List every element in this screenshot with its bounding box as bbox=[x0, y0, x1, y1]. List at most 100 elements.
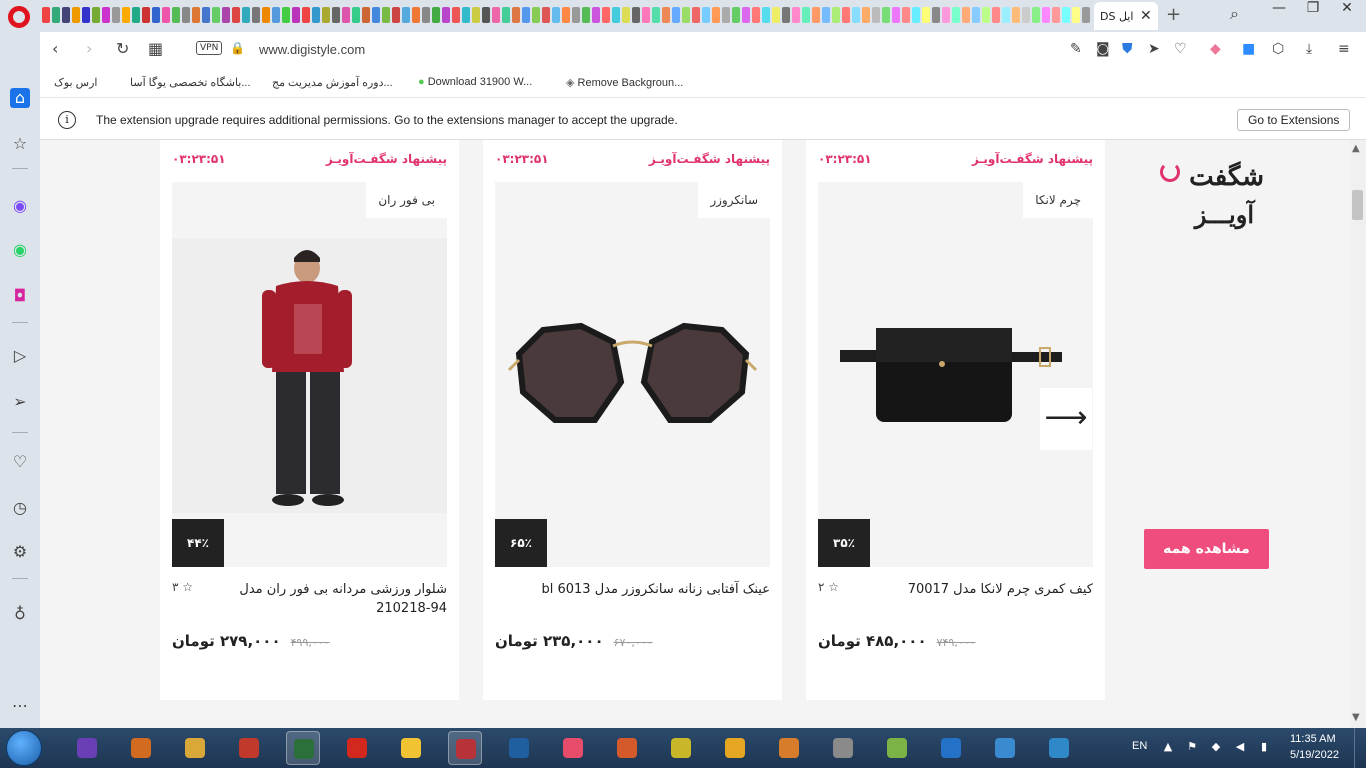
tab-favicon-icon[interactable] bbox=[732, 7, 740, 23]
taskbar-app-button[interactable] bbox=[286, 731, 320, 765]
tab-favicon-icon[interactable] bbox=[672, 7, 680, 23]
reload-icon[interactable]: ↻ bbox=[116, 39, 129, 58]
tab-favicon-icon[interactable] bbox=[432, 7, 440, 23]
go-to-extensions-button[interactable]: Go to Extensions bbox=[1237, 109, 1351, 131]
tab-favicon-icon[interactable] bbox=[962, 7, 970, 23]
tab-favicon-icon[interactable] bbox=[612, 7, 620, 23]
taskbar-app-button[interactable] bbox=[664, 731, 698, 765]
bookmark-item[interactable]: ◈ Remove Backgroun... bbox=[562, 76, 683, 89]
show-desktop-button[interactable] bbox=[1354, 728, 1366, 768]
tab-favicon-icon[interactable] bbox=[312, 7, 320, 23]
tab-favicon-icon[interactable] bbox=[832, 7, 840, 23]
carousel-next-arrow-icon[interactable]: ⟶ bbox=[1040, 388, 1092, 450]
action-center-flag-icon[interactable]: ⚑ bbox=[1186, 741, 1198, 753]
tab-favicon-icon[interactable] bbox=[452, 7, 460, 23]
tab-favicon-icon[interactable] bbox=[212, 7, 220, 23]
tab-favicon-icon[interactable] bbox=[622, 7, 630, 23]
tab-favicon-icon[interactable] bbox=[322, 7, 330, 23]
taskbar-app-button[interactable] bbox=[232, 731, 266, 765]
taskbar-app-button[interactable] bbox=[502, 731, 536, 765]
tab-favicon-icon[interactable] bbox=[172, 7, 180, 23]
tab-favicon-icon[interactable] bbox=[552, 7, 560, 23]
tab-favicon-icon[interactable] bbox=[562, 7, 570, 23]
tab-favicon-icon[interactable] bbox=[922, 7, 930, 23]
search-tabs-icon[interactable]: ⌕ bbox=[1230, 4, 1239, 24]
tab-favicon-icon[interactable] bbox=[572, 7, 580, 23]
tab-favicon-icon[interactable] bbox=[772, 7, 780, 23]
lock-icon[interactable]: 🔒 bbox=[230, 41, 245, 55]
shield-icon[interactable]: ⛊ bbox=[1122, 41, 1133, 57]
player-icon[interactable]: ▷ bbox=[10, 346, 30, 366]
network-icon[interactable]: ▮ bbox=[1258, 741, 1270, 753]
taskbar-app-button[interactable] bbox=[178, 731, 212, 765]
tab-favicon-icon[interactable] bbox=[92, 7, 100, 23]
tab-favicon-icon[interactable] bbox=[812, 7, 820, 23]
clock-time[interactable]: 11:35 AM bbox=[1290, 733, 1336, 745]
tab-strip[interactable] bbox=[42, 7, 1092, 25]
taskbar-app-button[interactable] bbox=[70, 731, 104, 765]
language-indicator[interactable]: EN bbox=[1132, 740, 1147, 752]
tab-favicon-icon[interactable] bbox=[822, 7, 830, 23]
tab-favicon-icon[interactable] bbox=[522, 7, 530, 23]
tab-favicon-icon[interactable] bbox=[512, 7, 520, 23]
tab-favicon-icon[interactable] bbox=[442, 7, 450, 23]
product-name[interactable]: عینک آفتابی زنانه سانکروزر مدل bl 6013 bbox=[540, 580, 771, 599]
box-icon[interactable]: ⬡ bbox=[1272, 41, 1284, 57]
tab-favicon-icon[interactable] bbox=[392, 7, 400, 23]
tab-favicon-icon[interactable] bbox=[652, 7, 660, 23]
tab-favicon-icon[interactable] bbox=[892, 7, 900, 23]
restore-button[interactable]: ❐ bbox=[1296, 0, 1330, 22]
product-image[interactable]: بی فور ران ۴۴٪ bbox=[172, 182, 447, 567]
tab-favicon-icon[interactable] bbox=[902, 7, 910, 23]
tab-favicon-icon[interactable] bbox=[482, 7, 490, 23]
tab-favicon-icon[interactable] bbox=[152, 7, 160, 23]
tab-favicon-icon[interactable] bbox=[502, 7, 510, 23]
taskbar-app-button[interactable] bbox=[718, 731, 752, 765]
vpn-badge[interactable]: VPN bbox=[196, 41, 223, 55]
tab-favicon-icon[interactable] bbox=[82, 7, 90, 23]
tab-favicon-icon[interactable] bbox=[852, 7, 860, 23]
tab-favicon-icon[interactable] bbox=[1042, 7, 1050, 23]
tab-favicon-icon[interactable] bbox=[992, 7, 1000, 23]
tab-favicon-icon[interactable] bbox=[532, 7, 540, 23]
tab-favicon-icon[interactable] bbox=[332, 7, 340, 23]
bookmark-item[interactable]: باشگاه تخصصی یوگا آسا... bbox=[130, 76, 251, 89]
tab-favicon-icon[interactable] bbox=[1002, 7, 1010, 23]
tab-favicon-icon[interactable] bbox=[1052, 7, 1060, 23]
taskbar-app-button[interactable] bbox=[772, 731, 806, 765]
tab-favicon-icon[interactable] bbox=[1032, 7, 1040, 23]
tab-favicon-icon[interactable] bbox=[752, 7, 760, 23]
tab-favicon-icon[interactable] bbox=[1022, 7, 1030, 23]
tab-favicon-icon[interactable] bbox=[582, 7, 590, 23]
tab-favicon-icon[interactable] bbox=[132, 7, 140, 23]
tab-favicon-icon[interactable] bbox=[492, 7, 500, 23]
tab-favicon-icon[interactable] bbox=[462, 7, 470, 23]
tab-favicon-icon[interactable] bbox=[62, 7, 70, 23]
product-card[interactable]: ۰۳:۲۳:۵۱ پیشنهاد شگفـت‌آویـز بی فور ران … bbox=[160, 140, 459, 700]
tab-favicon-icon[interactable] bbox=[42, 7, 50, 23]
view-all-button[interactable]: مشاهده همه bbox=[1144, 529, 1269, 569]
new-tab-button[interactable]: + bbox=[1166, 4, 1181, 25]
tab-favicon-icon[interactable] bbox=[792, 7, 800, 23]
tab-favicon-icon[interactable] bbox=[252, 7, 260, 23]
scroll-down-icon[interactable]: ▼ bbox=[1352, 712, 1360, 723]
send-icon[interactable]: ➤ bbox=[1148, 41, 1160, 57]
security-icon[interactable]: ◆ bbox=[1210, 741, 1222, 753]
taskbar-app-button[interactable] bbox=[988, 731, 1022, 765]
taskbar-app-button[interactable] bbox=[826, 731, 860, 765]
tab-favicon-icon[interactable] bbox=[872, 7, 880, 23]
tab-favicon-icon[interactable] bbox=[762, 7, 770, 23]
tab-favicon-icon[interactable] bbox=[692, 7, 700, 23]
tab-favicon-icon[interactable] bbox=[262, 7, 270, 23]
url-field[interactable]: www.digistyle.com bbox=[259, 42, 365, 57]
window-close-button[interactable]: ✕ bbox=[1330, 0, 1364, 22]
taskbar-app-button[interactable] bbox=[556, 731, 590, 765]
messenger-icon[interactable]: ◉ bbox=[10, 196, 30, 216]
tab-favicon-icon[interactable] bbox=[942, 7, 950, 23]
tab-favicon-icon[interactable] bbox=[842, 7, 850, 23]
speed-dial-icon[interactable]: ☆ bbox=[10, 134, 30, 154]
tab-favicon-icon[interactable] bbox=[1072, 7, 1080, 23]
tab-favicon-icon[interactable] bbox=[282, 7, 290, 23]
product-name[interactable]: شلوار ورزشی مردانه بی فور ران مدل 94-210… bbox=[217, 580, 447, 618]
product-image[interactable]: سانکروزر ۶۵٪ bbox=[495, 182, 770, 567]
